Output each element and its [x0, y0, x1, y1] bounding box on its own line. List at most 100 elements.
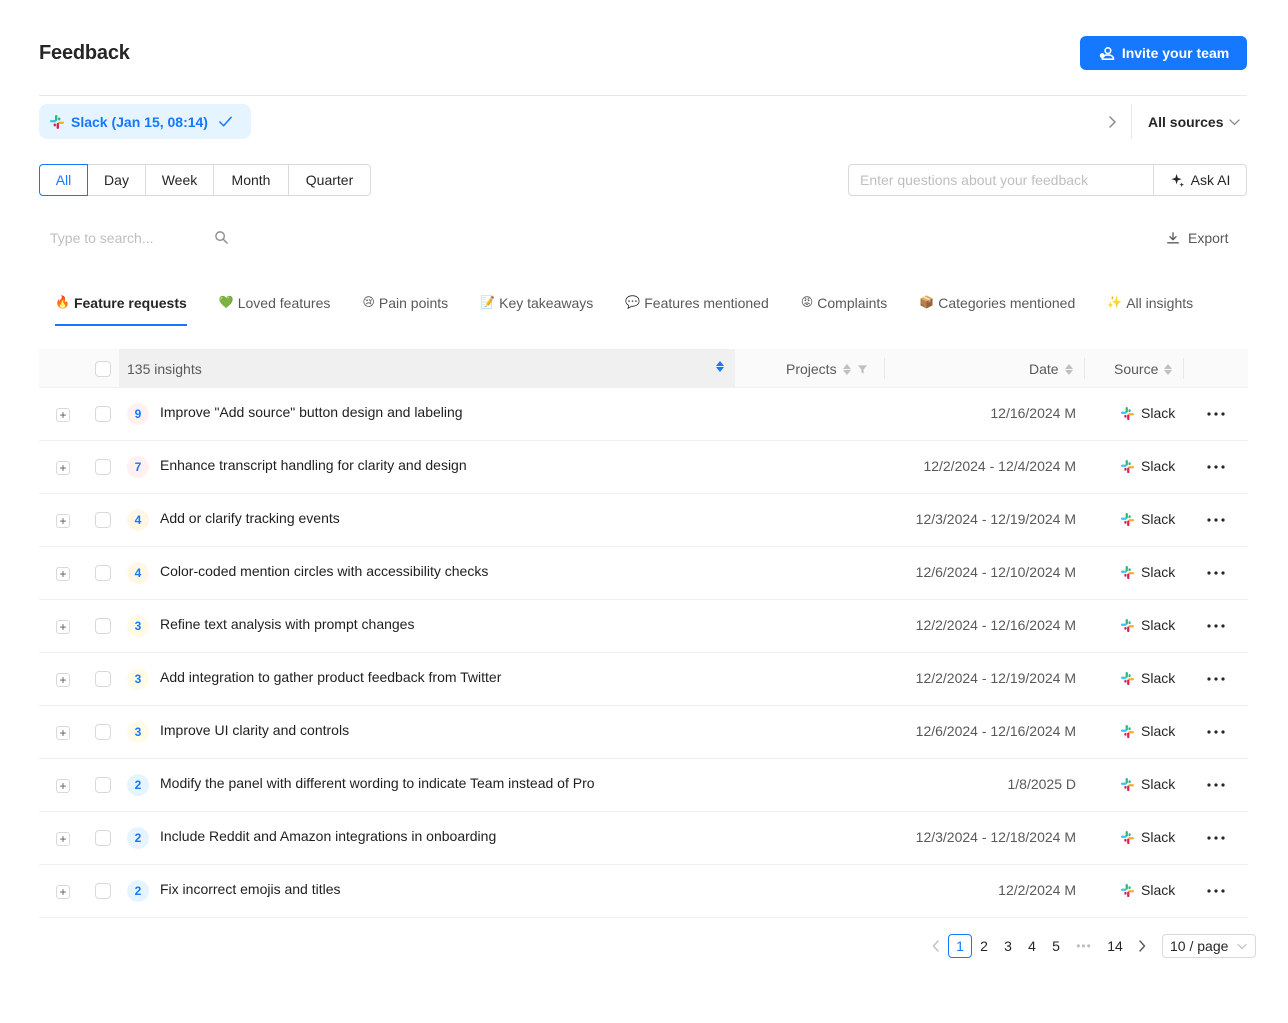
insight-title[interactable]: Add integration to gather product feedba…	[160, 669, 501, 685]
tab-key-takeaways[interactable]: 📝 Key takeaways	[464, 290, 609, 326]
row-more-button[interactable]	[1206, 881, 1226, 901]
next-page-icon[interactable]	[1130, 934, 1154, 958]
insight-title[interactable]: Add or clarify tracking events	[160, 510, 340, 526]
source-column-header[interactable]: Source	[1114, 361, 1173, 377]
table-row[interactable]: +2 Fix incorrect emojis and titles 12/2/20…	[39, 865, 1248, 918]
expand-row-icon[interactable]: +	[56, 885, 70, 899]
tab-loved-features[interactable]: 💚 Loved features	[203, 290, 347, 326]
period-tab-week[interactable]: Week	[145, 164, 214, 196]
page-size-select[interactable]: 10 / page	[1162, 934, 1256, 958]
expand-row-icon[interactable]: +	[56, 567, 70, 581]
table-row[interactable]: +4 Color-coded mention circles with acces…	[39, 547, 1248, 600]
row-more-button[interactable]	[1206, 510, 1226, 530]
table-row[interactable]: +3 Refine text analysis with prompt chang…	[39, 600, 1248, 653]
insight-source: Slack	[1120, 405, 1175, 421]
tab-feature-requests[interactable]: 🔥 Feature requests	[39, 290, 203, 326]
expand-row-icon[interactable]: +	[56, 408, 70, 422]
row-checkbox[interactable]	[95, 883, 111, 899]
table-row[interactable]: +3 Improve UI clarity and controls 12/6/20…	[39, 706, 1248, 759]
row-checkbox[interactable]	[95, 830, 111, 846]
row-checkbox[interactable]	[95, 565, 111, 581]
insight-title[interactable]: Color-coded mention circles with accessi…	[160, 563, 488, 579]
slack-icon	[1120, 459, 1135, 473]
row-more-button[interactable]	[1206, 404, 1226, 424]
row-checkbox[interactable]	[95, 671, 111, 687]
tab-categories-mentioned[interactable]: 📦 Categories mentioned	[903, 290, 1091, 326]
period-tab-quarter[interactable]: Quarter	[288, 164, 371, 196]
insights-sort-icon[interactable]	[716, 361, 724, 372]
page-2-button[interactable]: 2	[972, 934, 996, 958]
insight-source: Slack	[1120, 723, 1175, 739]
filter-icon[interactable]	[857, 364, 868, 375]
expand-row-icon[interactable]: +	[56, 461, 70, 475]
expand-row-icon[interactable]: +	[56, 620, 70, 634]
all-sources-dropdown[interactable]: All sources	[1148, 114, 1241, 130]
row-more-button[interactable]	[1206, 457, 1226, 477]
table-row[interactable]: +2 Include Reddit and Amazon integrations…	[39, 812, 1248, 865]
row-more-button[interactable]	[1206, 563, 1226, 583]
last-page-button[interactable]: 14	[1100, 934, 1130, 958]
page-5-button[interactable]: 5	[1044, 934, 1068, 958]
ask-ai-input[interactable]	[849, 165, 1153, 195]
page-3-button[interactable]: 3	[996, 934, 1020, 958]
row-checkbox[interactable]	[95, 724, 111, 740]
more-icon	[1207, 677, 1225, 681]
insight-title[interactable]: Modify the panel with different wording …	[160, 775, 595, 791]
period-tab-all[interactable]: All	[39, 164, 88, 196]
tab-all-insights[interactable]: ✨ All insights	[1091, 290, 1209, 326]
prev-page-icon[interactable]	[924, 934, 948, 958]
date-column-header[interactable]: Date	[1029, 361, 1073, 377]
page-1-button[interactable]: 1	[948, 934, 972, 958]
search-icon[interactable]	[214, 230, 229, 245]
tab-features-mentioned[interactable]: 💬 Features mentioned	[609, 290, 784, 326]
page-4-button[interactable]: 4	[1020, 934, 1044, 958]
insight-title[interactable]: Enhance transcript handling for clarity …	[160, 457, 467, 473]
row-checkbox[interactable]	[95, 406, 111, 422]
insight-title[interactable]: Include Reddit and Amazon integrations i…	[160, 828, 496, 844]
source-sort-icon[interactable]	[1164, 363, 1173, 375]
chevron-right-icon[interactable]	[1102, 112, 1122, 132]
slack-icon	[1120, 830, 1135, 844]
row-more-button[interactable]	[1206, 828, 1226, 848]
insight-title[interactable]: Refine text analysis with prompt changes	[160, 616, 414, 632]
tab-pain-points[interactable]: 😢 Pain points	[346, 290, 464, 326]
expand-row-icon[interactable]: +	[56, 673, 70, 687]
source-chip[interactable]: Slack (Jan 15, 08:14)	[39, 104, 251, 139]
expand-row-icon[interactable]: +	[56, 726, 70, 740]
row-checkbox[interactable]	[95, 459, 111, 475]
row-more-button[interactable]	[1206, 616, 1226, 636]
period-tab-day[interactable]: Day	[87, 164, 146, 196]
ask-ai-box: Ask AI	[848, 164, 1247, 196]
expand-row-icon[interactable]: +	[56, 779, 70, 793]
table-row[interactable]: +4 Add or clarify tracking events 12/3/202…	[39, 494, 1248, 547]
mention-count-badge: 9	[127, 403, 149, 425]
tab-complaints[interactable]: 😡 Complaints	[785, 290, 904, 326]
expand-row-icon[interactable]: +	[56, 514, 70, 528]
row-checkbox[interactable]	[95, 512, 111, 528]
select-all-checkbox[interactable]	[95, 361, 111, 377]
more-pages-icon[interactable]: •••	[1068, 934, 1100, 958]
insight-title[interactable]: Improve UI clarity and controls	[160, 722, 349, 738]
table-row[interactable]: +7 Enhance transcript handling for clarit…	[39, 441, 1248, 494]
projects-column-header[interactable]: Projects	[786, 361, 868, 377]
table-row[interactable]: +2 Modify the panel with different wordin…	[39, 759, 1248, 812]
row-checkbox[interactable]	[95, 777, 111, 793]
header-divider	[39, 95, 1247, 96]
invite-team-button[interactable]: Invite your team	[1080, 36, 1247, 70]
row-more-button[interactable]	[1206, 722, 1226, 742]
row-more-button[interactable]	[1206, 775, 1226, 795]
export-button[interactable]: Export	[1166, 230, 1228, 246]
projects-sort-icon[interactable]	[842, 363, 851, 375]
table-row[interactable]: +3 Add integration to gather product feed…	[39, 653, 1248, 706]
row-checkbox[interactable]	[95, 618, 111, 634]
table-row[interactable]: +9 Improve "Add source" button design and…	[39, 388, 1248, 441]
insight-title[interactable]: Improve "Add source" button design and l…	[160, 404, 463, 420]
expand-row-icon[interactable]: +	[56, 832, 70, 846]
period-tab-month[interactable]: Month	[213, 164, 289, 196]
insight-title[interactable]: Fix incorrect emojis and titles	[160, 881, 341, 897]
search-input[interactable]	[39, 230, 209, 246]
date-sort-icon[interactable]	[1064, 363, 1073, 375]
ask-ai-button[interactable]: Ask AI	[1153, 165, 1246, 195]
tab-label: Features mentioned	[644, 295, 769, 311]
row-more-button[interactable]	[1206, 669, 1226, 689]
